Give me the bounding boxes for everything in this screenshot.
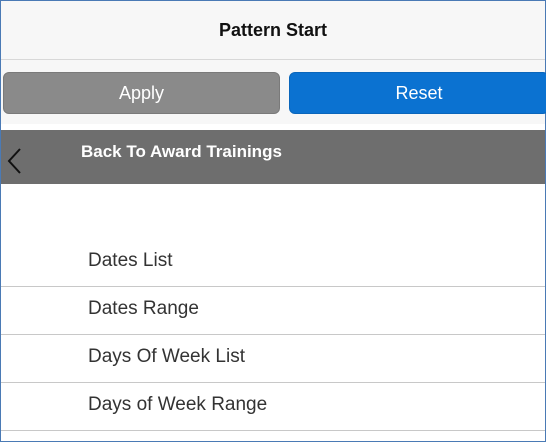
apply-button[interactable]: Apply [3, 72, 280, 114]
list-item-dates-list[interactable]: Dates List [1, 239, 545, 287]
list-item-label: Dates Range [88, 298, 199, 319]
pattern-option-list: Dates List Dates Range Days Of Week List… [1, 239, 545, 431]
list-item-label: Days of Week Range [88, 394, 268, 415]
list-item-days-of-week-list[interactable]: Days Of Week List [1, 335, 545, 383]
chevron-left-icon [7, 148, 21, 174]
list-item-days-of-week-range[interactable]: Days of Week Range [1, 383, 545, 431]
reset-button[interactable]: Reset [289, 72, 546, 114]
list-item-dates-range[interactable]: Dates Range [1, 287, 545, 335]
action-button-row: Apply Reset [1, 60, 546, 124]
back-to-award-trainings-button[interactable]: Back To Award Trainings [1, 130, 545, 184]
list-item-label: Days Of Week List [88, 346, 245, 367]
list-item-label: Dates List [88, 250, 173, 271]
page-title: Pattern Start [218, 19, 328, 40]
app-frame: Pattern Start Apply Reset Back To Award … [0, 0, 546, 442]
title-bar: Pattern Start [1, 1, 545, 60]
back-label: Back To Award Trainings [81, 142, 282, 161]
